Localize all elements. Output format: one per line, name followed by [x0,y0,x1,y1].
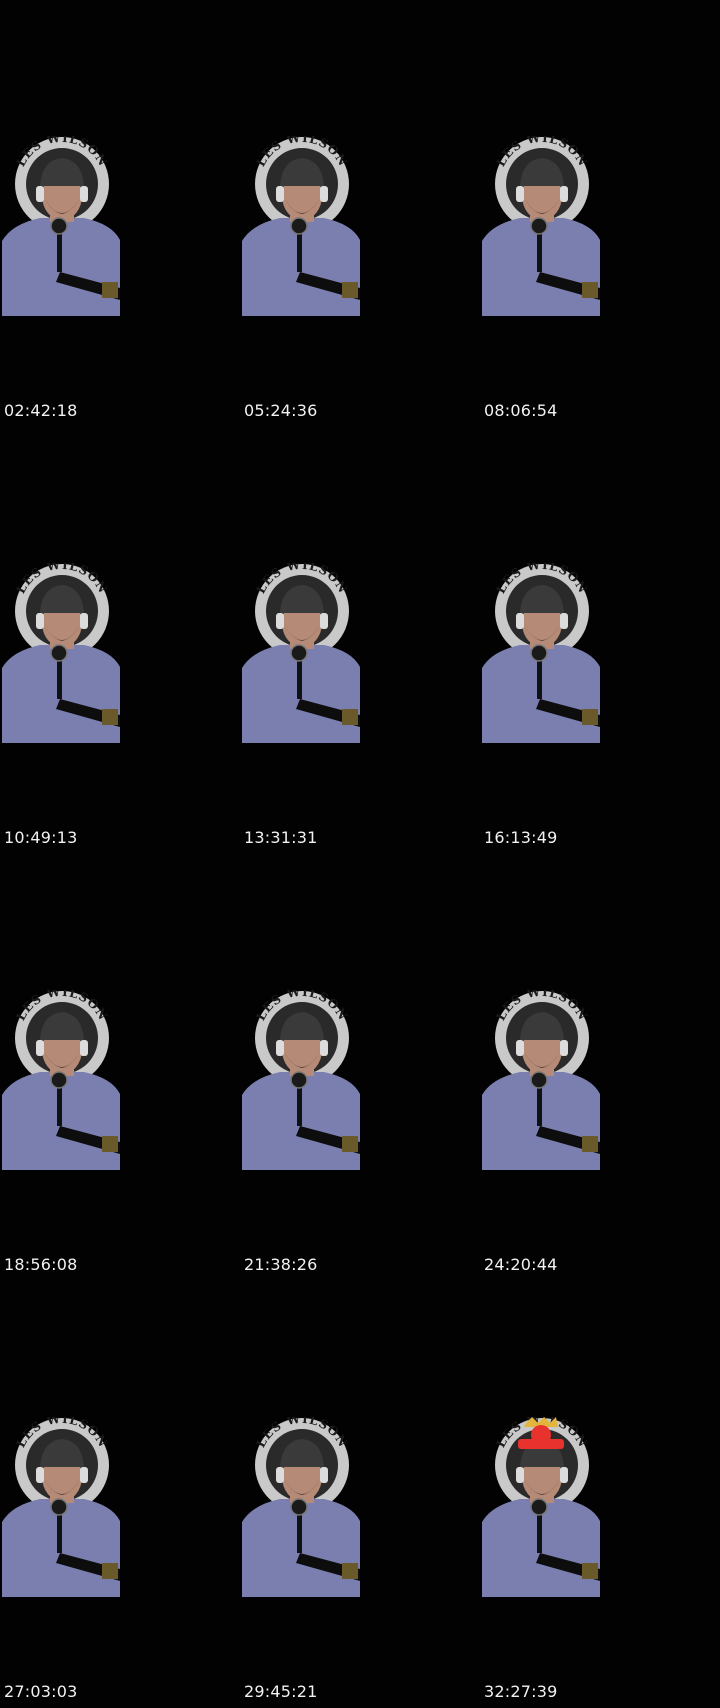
frame-thumbnail: LES WILSON [482,1417,600,1597]
frame-graphic-part [516,613,524,629]
frame-graphic-part [57,1513,62,1553]
frame-graphic-part [102,282,118,298]
frame-thumbnail: LES WILSON [482,136,600,316]
frame-cell: LES WILSON 29:45:21 [240,1281,480,1708]
frame-graphic-part [582,282,598,298]
frame-timestamp: 21:38:26 [244,1255,318,1274]
frame-graphic-part [102,1563,118,1579]
frame-graphic-part [516,1467,524,1483]
frame-graphic-part [560,1040,568,1056]
frame-graphic-part [290,644,308,662]
frame-thumbnail: LES WILSON [482,990,600,1170]
frame-cell: LES WILSON 21:38:26 [240,854,480,1281]
frame-graphic-part [57,1086,62,1126]
frame-graphic-part [342,282,358,298]
frame-graphic-part [276,1040,284,1056]
frame-thumbnail: LES WILSON [2,1417,120,1597]
frame-timestamp: 32:27:39 [484,1682,558,1701]
frame-cell: LES WILSON 32:27:39 [480,1281,720,1708]
frame-graphic-part [290,1498,308,1516]
frame-graphic-part [582,1563,598,1579]
frame-graphic-part [102,1136,118,1152]
frame-graphic-part [36,186,44,202]
frame-graphic-part [320,186,328,202]
frame-thumbnail: LES WILSON [242,136,360,316]
frame-graphic-part [36,1467,44,1483]
frame-thumbnail: LES WILSON [242,1417,360,1597]
frame-thumbnail: LES WILSON [242,990,360,1170]
frame-graphic-part [50,1498,68,1516]
frame-graphic-part [582,709,598,725]
frame-timestamp: 10:49:13 [4,828,78,847]
frame-graphic-part [560,186,568,202]
frame-cell: LES WILSON 02:42:18 [0,0,240,427]
frame-timestamp: 05:24:36 [244,401,318,420]
frame-thumbnail: LES WILSON [2,990,120,1170]
frame-graphic-part [36,613,44,629]
frame-graphic-part [80,613,88,629]
frame-cell: LES WILSON 27:03:03 [0,1281,240,1708]
frame-cell: LES WILSON 18:56:08 [0,854,240,1281]
frame-graphic-part [276,186,284,202]
frame-timestamp: 29:45:21 [244,1682,318,1701]
frame-graphic-part [297,1086,302,1126]
frame-thumbnail: LES WILSON [2,563,120,743]
frame-graphic-part [50,1071,68,1089]
frame-timestamp: 08:06:54 [484,401,558,420]
frame-thumbnail: LES WILSON [482,563,600,743]
frame-graphic-part [530,1071,548,1089]
frame-graphic-part [342,1136,358,1152]
frame-thumbnail: LES WILSON [2,136,120,316]
frame-cell: LES WILSON 10:49:13 [0,427,240,854]
frame-graphic-part [582,1136,598,1152]
frame-graphic-part [80,1467,88,1483]
frame-cell: LES WILSON 05:24:36 [240,0,480,427]
frame-graphic-part [290,217,308,235]
frame-graphic-part [516,1040,524,1056]
frame-graphic-part [276,613,284,629]
frame-graphic-part [518,1439,564,1449]
frame-graphic-part [57,659,62,699]
frame-graphic-part [276,1467,284,1483]
frame-timestamp: 27:03:03 [4,1682,78,1701]
frame-timestamp: 24:20:44 [484,1255,558,1274]
frame-graphic-part [530,217,548,235]
frame-timestamp: 02:42:18 [4,401,78,420]
frame-graphic-part [57,232,62,272]
frame-cell: LES WILSON 08:06:54 [480,0,720,427]
frame-graphic-part [560,1467,568,1483]
frame-timestamp: 13:31:31 [244,828,318,847]
frame-graphic-part [80,186,88,202]
frame-timestamp: 18:56:08 [4,1255,78,1274]
frame-graphic-part [290,1071,308,1089]
frame-graphic-part [80,1040,88,1056]
frame-graphic-part [297,659,302,699]
frame-graphic-part [537,232,542,272]
frame-graphic-part [537,1086,542,1126]
contact-sheet: LES WILSON 02:42:18 LES WILSON 05:24:36 LES … [0,0,720,1708]
frame-graphic-part [537,659,542,699]
frame-graphic-part [297,1513,302,1553]
frame-graphic-part [102,709,118,725]
frame-timestamp: 16:13:49 [484,828,558,847]
frame-graphic-part [50,217,68,235]
frame-graphic-part [297,232,302,272]
frame-graphic-part [36,1040,44,1056]
frame-graphic-part [537,1513,542,1553]
frame-graphic-part [530,1498,548,1516]
frame-graphic-part [320,1467,328,1483]
frame-graphic-part [342,1563,358,1579]
frame-cell: LES WILSON 16:13:49 [480,427,720,854]
frame-graphic-part [530,644,548,662]
frame-graphic-part [320,1040,328,1056]
frame-thumbnail: LES WILSON [242,563,360,743]
frame-graphic-part [342,709,358,725]
frame-graphic-part [560,613,568,629]
frame-graphic-part [320,613,328,629]
frame-cell: LES WILSON 24:20:44 [480,854,720,1281]
frame-graphic-part [516,186,524,202]
frame-cell: LES WILSON 13:31:31 [240,427,480,854]
frame-graphic-part [50,644,68,662]
